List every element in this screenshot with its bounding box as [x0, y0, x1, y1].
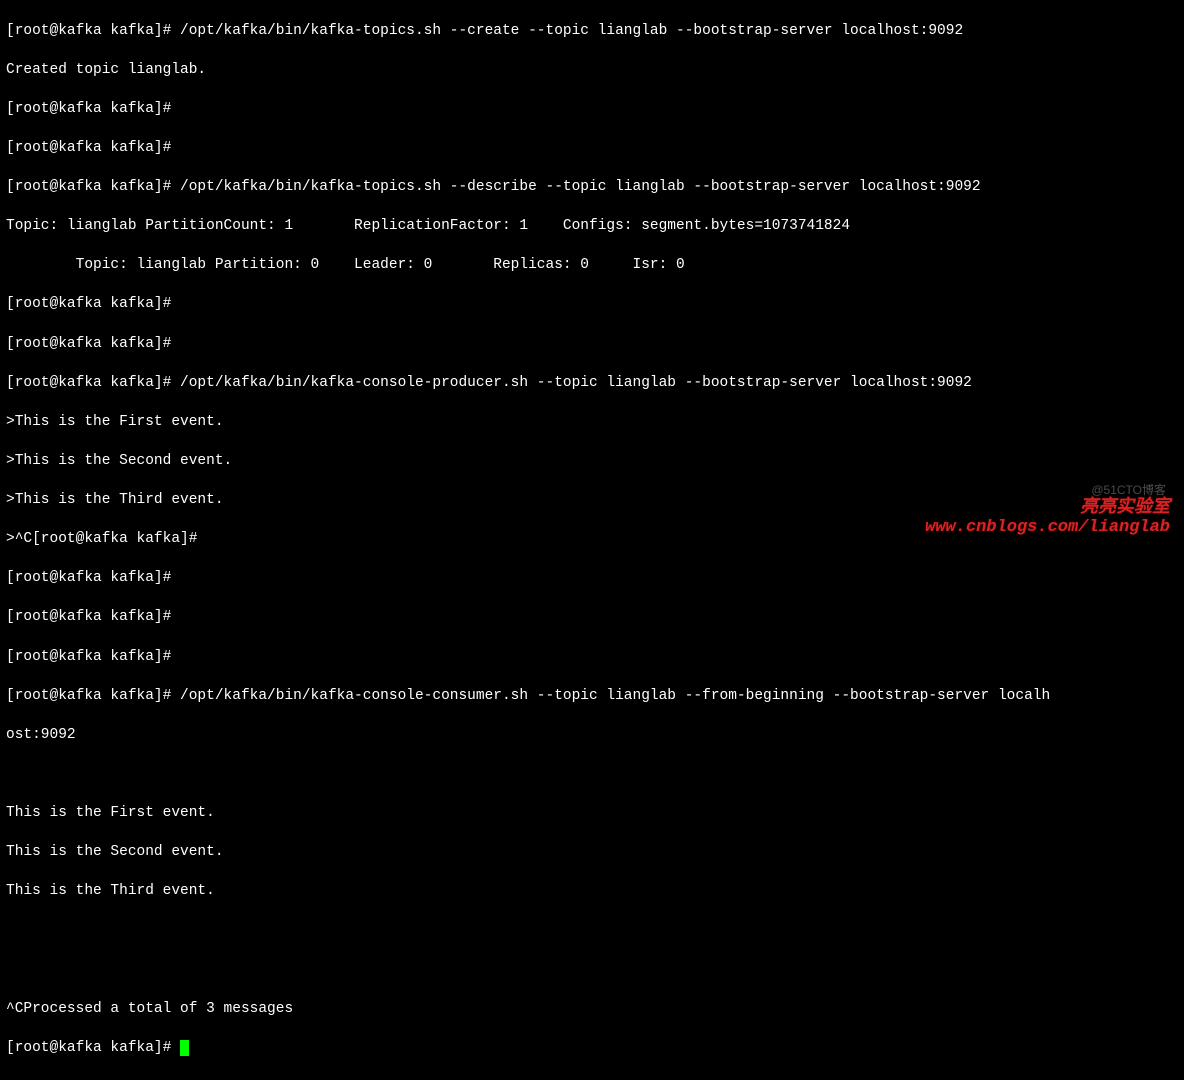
- prompt-empty: [root@kafka kafka]#: [6, 608, 1178, 628]
- output-describe-2: Topic: lianglab Partition: 0 Leader: 0 R…: [6, 256, 1178, 276]
- consumer-msg-2: This is the Second event.: [6, 843, 1178, 863]
- prompt-empty: [root@kafka kafka]#: [6, 100, 1178, 120]
- cursor-block: [180, 1040, 189, 1056]
- consumer-msg-1: This is the First event.: [6, 804, 1178, 824]
- output-created: Created topic lianglab.: [6, 61, 1178, 81]
- prompt-current[interactable]: [root@kafka kafka]#: [6, 1039, 1178, 1059]
- consumer-exit: ^CProcessed a total of 3 messages: [6, 1000, 1178, 1020]
- producer-msg-1: >This is the First event.: [6, 413, 1178, 433]
- prompt-empty: [root@kafka kafka]#: [6, 335, 1178, 355]
- cmd-consumer-1: [root@kafka kafka]# /opt/kafka/bin/kafka…: [6, 687, 1178, 707]
- prompt-empty: [root@kafka kafka]#: [6, 295, 1178, 315]
- cmd-consumer-2: ost:9092: [6, 726, 1178, 746]
- cmd-describe-topic: [root@kafka kafka]# /opt/kafka/bin/kafka…: [6, 178, 1178, 198]
- watermark-url: www.cnblogs.com/lianglab: [925, 517, 1170, 540]
- blank-line: [6, 765, 1178, 785]
- blank-line: [6, 921, 1178, 941]
- watermark-lab: 亮亮实验室: [1080, 494, 1170, 518]
- prompt-text: [root@kafka kafka]#: [6, 1040, 180, 1056]
- cmd-create-topic: [root@kafka kafka]# /opt/kafka/bin/kafka…: [6, 22, 1178, 42]
- prompt-empty: [root@kafka kafka]#: [6, 139, 1178, 159]
- cmd-producer: [root@kafka kafka]# /opt/kafka/bin/kafka…: [6, 374, 1178, 394]
- blank-line: [6, 961, 1178, 981]
- consumer-msg-3: This is the Third event.: [6, 882, 1178, 902]
- producer-msg-3: >This is the Third event.: [6, 491, 1178, 511]
- prompt-empty: [root@kafka kafka]#: [6, 648, 1178, 668]
- prompt-empty: [root@kafka kafka]#: [6, 569, 1178, 589]
- producer-msg-2: >This is the Second event.: [6, 452, 1178, 472]
- output-describe-1: Topic: lianglab PartitionCount: 1 Replic…: [6, 217, 1178, 237]
